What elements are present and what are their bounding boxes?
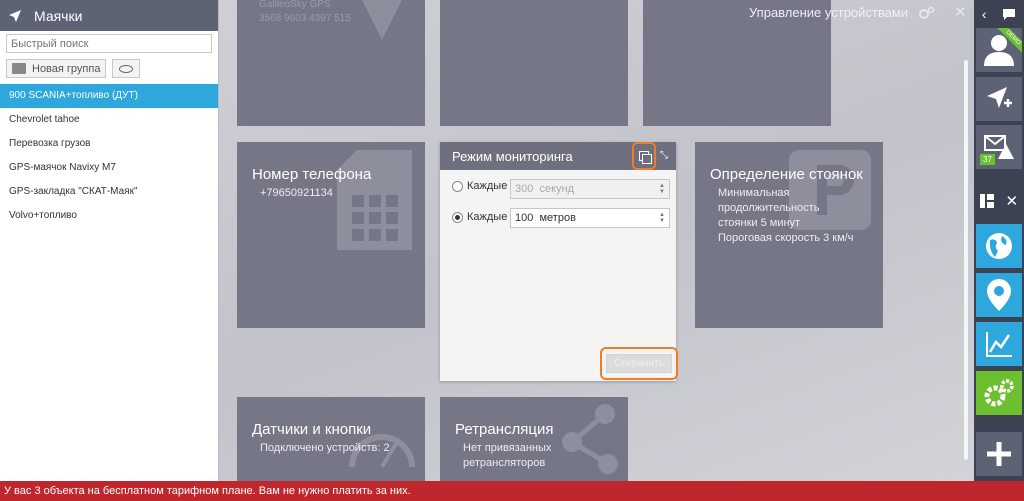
new-group-label: Новая группа xyxy=(32,62,101,75)
gears-icon xyxy=(984,379,1014,407)
add-button[interactable] xyxy=(976,432,1022,476)
list-item[interactable]: Chevrolet tahoe xyxy=(0,108,218,132)
globe-icon xyxy=(986,233,1012,259)
sidebar-toolbar: Новая группа xyxy=(6,59,212,78)
device-imei: 3568 9603 4397 515 xyxy=(259,13,351,24)
location-arrow-icon xyxy=(9,9,21,22)
device-model: GalileoSky GPS xyxy=(259,0,331,10)
chevron-left-icon[interactable]: ‹ xyxy=(982,6,987,22)
sidebar-title: Маячки xyxy=(34,7,83,24)
vertical-scrollbar[interactable] xyxy=(964,60,968,460)
relay-tile-title: Ретрансляция xyxy=(455,421,554,438)
device-management-panel: GalileoSky GPS 3568 9603 4397 515 Управл… xyxy=(219,0,974,481)
alerts-count-badge: 37 xyxy=(980,154,995,165)
map-pin-icon xyxy=(987,279,1011,311)
quick-search-input[interactable] xyxy=(6,34,212,53)
monitoring-title: Режим мониторинга xyxy=(452,148,573,164)
time-interval-input[interactable]: 300 секунд ▲ ▼ xyxy=(510,179,670,199)
relay-tile-body: Нет привязанных ретрансляторов xyxy=(463,441,551,471)
gears-icon[interactable] xyxy=(919,6,935,20)
plus-icon xyxy=(987,442,1011,466)
alerts-button[interactable]: 37 xyxy=(976,125,1022,169)
line-chart-icon xyxy=(986,332,1012,357)
time-interval-value: 300 xyxy=(515,183,534,195)
time-interval-option[interactable]: Каждые xyxy=(452,180,507,192)
close-icon[interactable]: ✕ xyxy=(954,3,967,21)
phone-number-value: +79650921134 xyxy=(260,187,333,199)
spinner-icon[interactable]: ▲ ▼ xyxy=(659,183,665,195)
tile-placeholder-2[interactable] xyxy=(440,0,628,126)
save-highlight: Сохранить xyxy=(600,347,678,380)
share-network-icon xyxy=(562,404,618,474)
copy-settings-button[interactable] xyxy=(632,142,656,170)
parking-tile-body: Минимальная продолжительность стоянки 5 … xyxy=(718,186,853,246)
distance-interval-unit: метров xyxy=(539,212,576,224)
time-radio[interactable] xyxy=(452,180,463,192)
reports-button[interactable] xyxy=(976,322,1022,366)
user-profile-button[interactable]: DEMO xyxy=(976,28,1022,72)
every-label-time: Каждые xyxy=(467,180,508,192)
distance-interval-option[interactable]: Каждые xyxy=(452,211,507,223)
parking-tile-title: Определение стоянок xyxy=(710,166,863,183)
page-title: Управление устройствами xyxy=(749,5,909,20)
right-toolbar: ‹ DEMO 37 ✕ xyxy=(974,0,1024,481)
distance-radio[interactable] xyxy=(452,211,463,223)
sensors-buttons-tile[interactable]: Датчики и кнопки Подключено устройств: 2 xyxy=(237,397,425,481)
every-label-distance: Каждые xyxy=(467,211,508,223)
sim-card-icon xyxy=(337,150,412,250)
rail-top-controls: ‹ xyxy=(974,0,1024,28)
parking-line: Пороговая скорость 3 км/ч xyxy=(718,232,854,244)
phone-number-tile[interactable]: Номер телефона +79650921134 xyxy=(237,142,425,328)
list-item[interactable]: GPS-закладка "СКАТ-Маяк" xyxy=(0,180,218,204)
device-glyph-icon xyxy=(362,0,402,40)
eye-slash-icon xyxy=(119,64,134,73)
save-button[interactable]: Сохранить xyxy=(606,354,672,373)
list-item[interactable]: GPS-маячок Navixy M7 xyxy=(0,156,218,180)
retranslation-tile[interactable]: Ретрансляция Нет привязанных ретранслято… xyxy=(440,397,628,481)
device-settings-button[interactable] xyxy=(976,371,1022,415)
spinner-icon[interactable]: ▲ ▼ xyxy=(659,212,665,224)
map-button[interactable] xyxy=(976,224,1022,268)
tariff-notice-bar: У вас 3 объекта на бесплатном тарифном п… xyxy=(0,481,1024,501)
layout-controls: ✕ xyxy=(974,188,1024,214)
parking-detection-tile[interactable]: Определение стоянок Минимальная продолжи… xyxy=(695,142,883,328)
time-interval-unit: секунд xyxy=(539,183,575,195)
parking-line: стоянки 5 минут xyxy=(718,217,801,229)
device-info-tile[interactable]: GalileoSky GPS 3568 9603 4397 515 xyxy=(237,0,425,126)
distance-interval-input[interactable]: 100 метров ▲ ▼ xyxy=(510,208,670,228)
folder-plus-icon xyxy=(12,63,26,74)
list-item[interactable]: 900 SCANIA+топливо (ДУТ) xyxy=(0,84,218,108)
arrow-plus-icon xyxy=(987,87,1012,108)
sensors-tile-value: Подключено устройств: 2 xyxy=(260,442,390,454)
monitoring-mode-panel: Режим мониторинга ⤡ Каждые 300 секунд ▲ ▼… xyxy=(440,142,678,381)
distance-interval-value: 100 xyxy=(515,212,534,224)
geofences-button[interactable] xyxy=(976,273,1022,317)
copy-icon xyxy=(639,151,652,164)
list-item[interactable]: Перевозка грузов xyxy=(0,132,218,156)
parking-line: продолжительность xyxy=(718,202,820,214)
toggle-visibility-button[interactable] xyxy=(112,59,141,78)
devices-sidebar: Маячки Новая группа 900 SCANIA+топливо (… xyxy=(0,0,219,481)
add-tracker-button[interactable] xyxy=(976,77,1022,121)
collapse-icon[interactable]: ⤡ xyxy=(660,151,670,161)
monitoring-header: Режим мониторинга ⤡ xyxy=(440,142,676,170)
parking-line: Минимальная xyxy=(718,187,790,199)
relay-line: ретрансляторов xyxy=(463,457,546,469)
sidebar-header: Маячки xyxy=(0,0,218,31)
chat-icon[interactable] xyxy=(1002,8,1016,21)
relay-line: Нет привязанных xyxy=(463,442,552,454)
layout-icon[interactable] xyxy=(979,194,994,208)
list-item[interactable]: Volvo+топливо xyxy=(0,204,218,228)
sensors-tile-title: Датчики и кнопки xyxy=(252,421,372,438)
new-group-button[interactable]: Новая группа xyxy=(6,59,107,78)
close-panel-icon[interactable]: ✕ xyxy=(1006,192,1019,210)
device-list: 900 SCANIA+топливо (ДУТ) Chevrolet tahoe… xyxy=(0,84,218,228)
